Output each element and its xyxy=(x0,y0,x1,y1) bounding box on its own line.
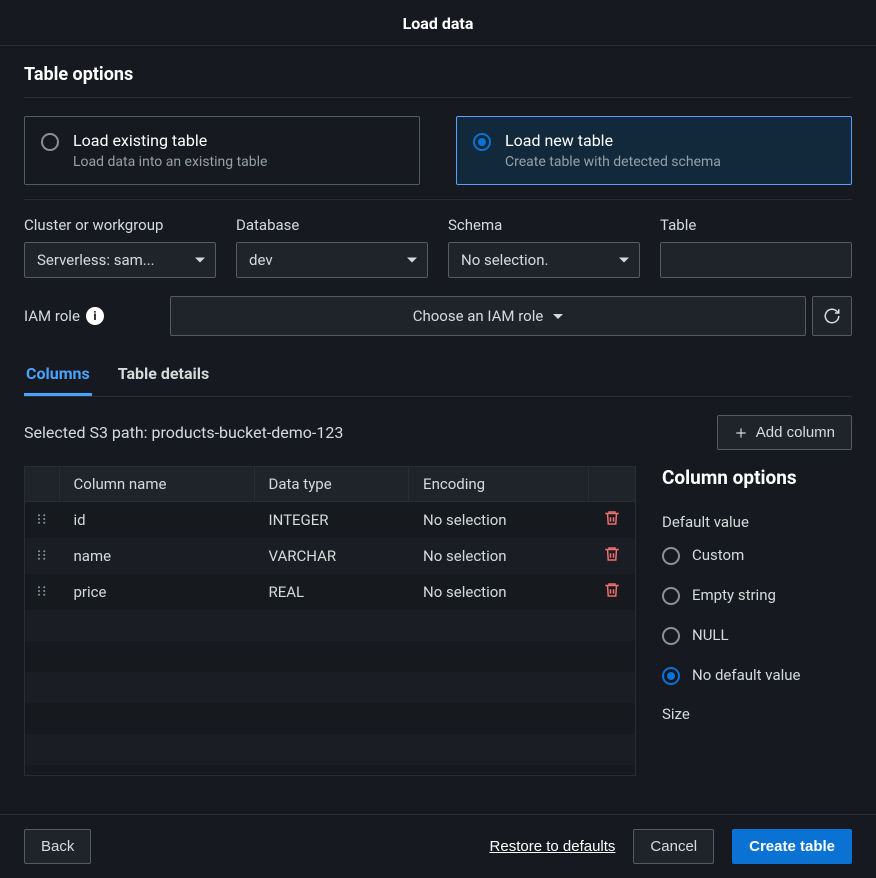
tile-load-new[interactable]: Load new table Create table with detecte… xyxy=(456,116,852,185)
radio-empty-string[interactable]: Empty string xyxy=(662,585,852,605)
plus-icon xyxy=(734,426,748,440)
chevron-down-icon xyxy=(619,258,629,263)
drag-handle-icon[interactable] xyxy=(25,538,59,574)
th-data-type[interactable]: Data type xyxy=(254,467,409,502)
radio-icon xyxy=(662,587,680,605)
table-row-empty xyxy=(25,734,635,765)
refresh-icon xyxy=(823,307,841,325)
table-row-empty xyxy=(25,610,635,641)
refresh-button[interactable] xyxy=(812,296,852,336)
size-label: Size xyxy=(662,705,852,723)
delete-row-button[interactable] xyxy=(603,549,621,567)
column-options-panel: Column options Default value Custom Empt… xyxy=(662,466,852,737)
cell-encoding: No selection xyxy=(409,574,589,610)
add-column-button[interactable]: Add column xyxy=(717,415,852,450)
radio-null[interactable]: NULL xyxy=(662,625,852,645)
tile-desc: Create table with detected schema xyxy=(505,154,721,170)
tile-title: Load existing table xyxy=(73,131,267,150)
iam-role-label: IAM role xyxy=(24,307,80,325)
th-encoding[interactable]: Encoding xyxy=(409,467,589,502)
columns-table: Column name Data type Encoding idINTEGER… xyxy=(24,466,636,776)
cell-data-type: INTEGER xyxy=(254,502,409,539)
drag-handle-icon[interactable] xyxy=(25,574,59,610)
radio-icon xyxy=(662,667,680,685)
radio-icon xyxy=(473,133,491,151)
cell-encoding: No selection xyxy=(409,502,589,539)
tab-table-details[interactable]: Table details xyxy=(116,358,211,396)
default-value-label: Default value xyxy=(662,513,852,531)
th-column-name[interactable]: Column name xyxy=(59,467,254,502)
cell-column-name: name xyxy=(59,538,254,574)
radio-icon xyxy=(662,547,680,565)
database-select[interactable]: dev xyxy=(236,242,428,278)
section-title: Table options xyxy=(24,64,852,98)
table-row-empty xyxy=(25,672,635,703)
schema-select[interactable]: No selection. xyxy=(448,242,640,278)
delete-row-button[interactable] xyxy=(603,585,621,603)
restore-defaults-button[interactable]: Restore to defaults xyxy=(490,838,616,855)
create-table-button[interactable]: Create table xyxy=(732,829,852,864)
radio-no-default[interactable]: No default value xyxy=(662,665,852,685)
cluster-select[interactable]: Serverless: sam... xyxy=(24,242,216,278)
table-row-empty xyxy=(25,765,635,776)
chevron-down-icon xyxy=(407,258,417,263)
schema-label: Schema xyxy=(448,216,640,234)
select-value: Serverless: sam... xyxy=(37,251,155,269)
dialog-title: Load data xyxy=(0,0,876,46)
cell-column-name: id xyxy=(59,502,254,539)
table-row[interactable]: idINTEGERNo selection xyxy=(25,502,635,539)
cell-data-type: REAL xyxy=(254,574,409,610)
dialog-body: Table options Load existing table Load d… xyxy=(0,46,876,814)
table-row-empty xyxy=(25,703,635,734)
select-value: No selection. xyxy=(461,251,548,269)
select-value: Choose an IAM role xyxy=(413,307,544,325)
chevron-down-icon xyxy=(553,314,563,319)
drag-handle-icon[interactable] xyxy=(25,502,59,539)
table-row[interactable]: nameVARCHARNo selection xyxy=(25,538,635,574)
tile-load-existing[interactable]: Load existing table Load data into an ex… xyxy=(24,116,420,185)
tab-columns[interactable]: Columns xyxy=(24,358,92,396)
cell-encoding: No selection xyxy=(409,538,589,574)
radio-icon xyxy=(662,627,680,645)
iam-role-select[interactable]: Choose an IAM role xyxy=(170,296,806,336)
chevron-down-icon xyxy=(195,258,205,263)
cluster-label: Cluster or workgroup xyxy=(24,216,216,234)
select-value: dev xyxy=(249,251,273,269)
delete-row-button[interactable] xyxy=(603,513,621,531)
cell-column-name: price xyxy=(59,574,254,610)
table-label: Table xyxy=(660,216,852,234)
cell-data-type: VARCHAR xyxy=(254,538,409,574)
database-label: Database xyxy=(236,216,428,234)
cancel-button[interactable]: Cancel xyxy=(633,829,714,864)
tile-desc: Load data into an existing table xyxy=(73,154,267,170)
table-input[interactable] xyxy=(660,242,852,278)
column-options-title: Column options xyxy=(662,466,852,489)
info-icon[interactable]: i xyxy=(86,307,104,325)
back-button[interactable]: Back xyxy=(24,829,91,864)
radio-icon xyxy=(41,133,59,151)
selected-s3-path: Selected S3 path: products-bucket-demo-1… xyxy=(24,423,343,442)
table-row-empty xyxy=(25,641,635,672)
table-row[interactable]: priceREALNo selection xyxy=(25,574,635,610)
dialog-footer: Back Restore to defaults Cancel Create t… xyxy=(0,814,876,878)
tile-title: Load new table xyxy=(505,131,721,150)
radio-custom[interactable]: Custom xyxy=(662,545,852,565)
